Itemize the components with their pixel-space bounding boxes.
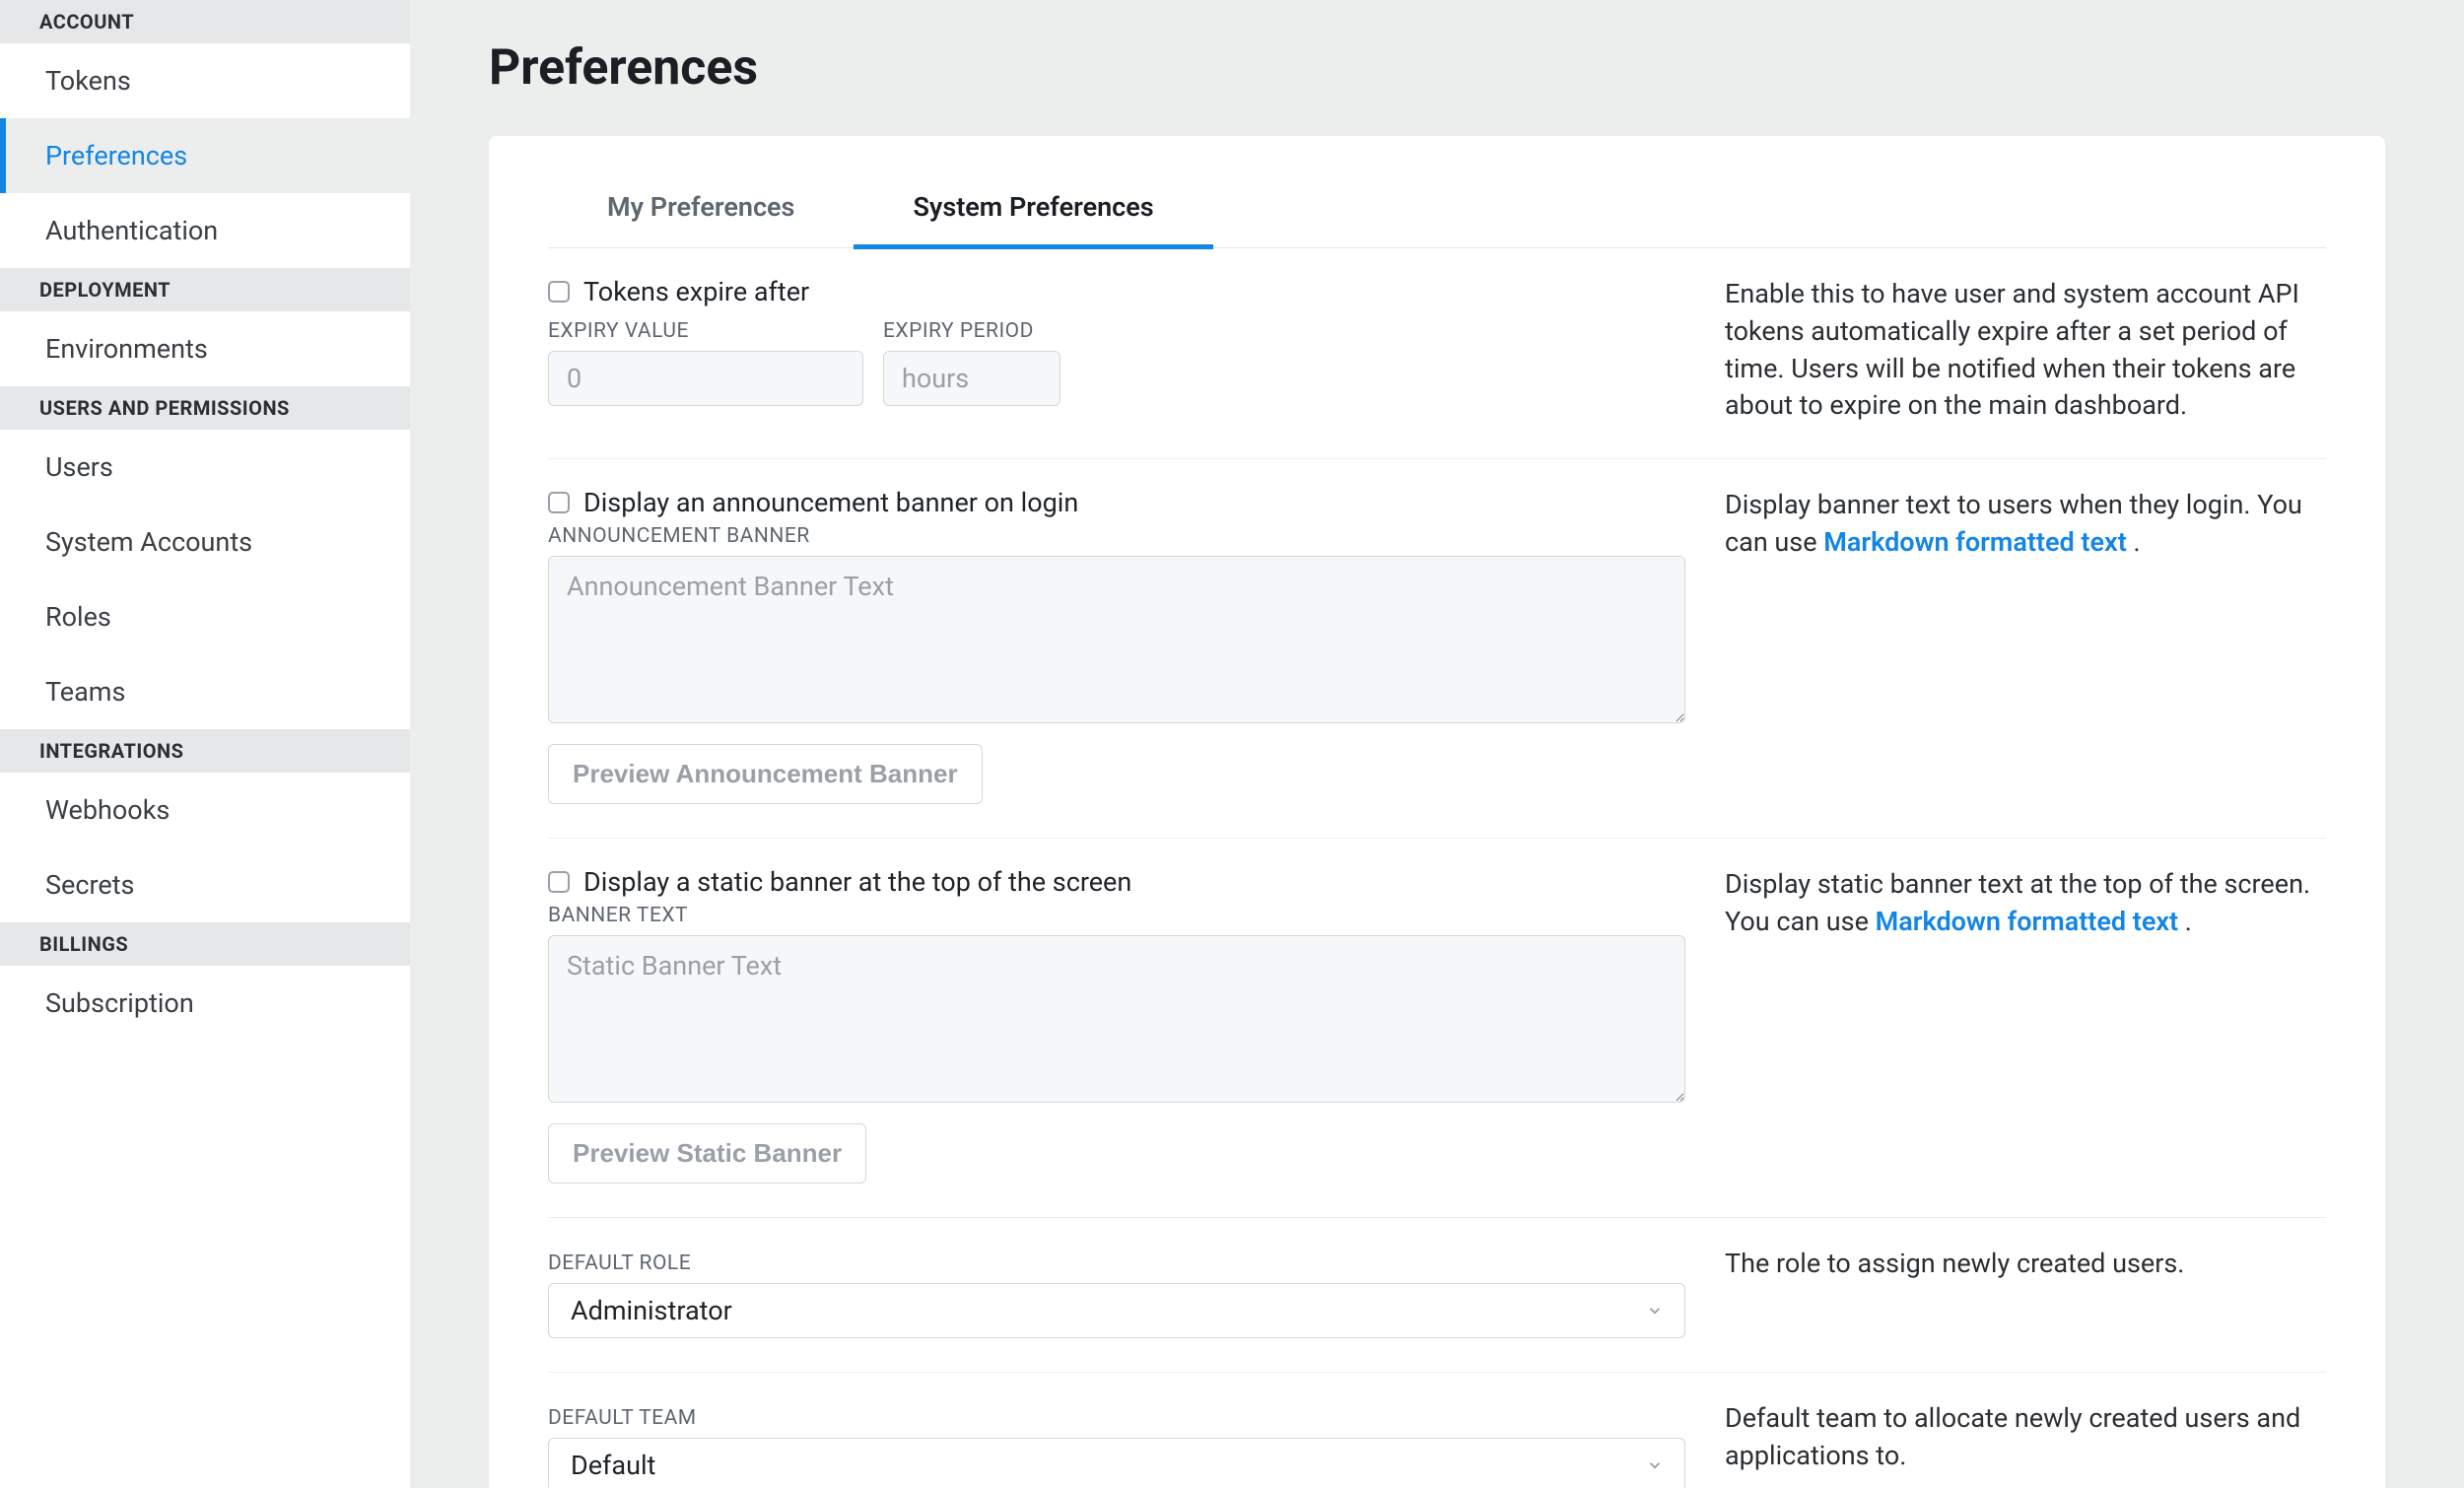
announcement-banner-help: Display banner text to users when they l… xyxy=(1725,487,2326,804)
sidebar-section-deployment: DEPLOYMENT xyxy=(0,268,410,311)
expiry-period-label: EXPIRY PERIOD xyxy=(883,319,1061,343)
static-banner-help: Display static banner text at the top of… xyxy=(1725,866,2326,1184)
static-markdown-link[interactable]: Markdown formatted text xyxy=(1876,906,2179,937)
default-team-select[interactable]: Default xyxy=(548,1438,1685,1488)
sidebar-section-integrations: INTEGRATIONS xyxy=(0,729,410,773)
default-role-label: DEFAULT ROLE xyxy=(548,1251,1685,1275)
sidebar: ACCOUNT Tokens Preferences Authenticatio… xyxy=(0,0,410,1488)
default-team-value: Default xyxy=(571,1450,655,1481)
announcement-banner-field-label: ANNOUNCEMENT BANNER xyxy=(548,524,1685,548)
sidebar-item-secrets[interactable]: Secrets xyxy=(0,847,410,922)
preview-announcement-banner-button[interactable]: Preview Announcement Banner xyxy=(548,744,983,804)
sidebar-item-system-accounts[interactable]: System Accounts xyxy=(0,505,410,579)
tokens-expire-label: Tokens expire after xyxy=(583,276,809,307)
setting-token-expiry: Tokens expire after EXPIRY VALUE EXPIRY … xyxy=(548,248,2326,459)
sidebar-item-users[interactable]: Users xyxy=(0,430,410,505)
sidebar-item-authentication[interactable]: Authentication xyxy=(0,193,410,268)
default-team-help: Default team to allocate newly created u… xyxy=(1725,1400,2326,1488)
static-banner-checkbox-label: Display a static banner at the top of th… xyxy=(583,866,1131,898)
main-content: Preferences My Preferences System Prefer… xyxy=(410,0,2464,1488)
setting-announcement-banner: Display an announcement banner on login … xyxy=(548,459,2326,839)
sidebar-item-subscription[interactable]: Subscription xyxy=(0,966,410,1041)
static-banner-textarea[interactable] xyxy=(548,935,1685,1103)
default-team-label: DEFAULT TEAM xyxy=(548,1406,1685,1430)
page-title: Preferences xyxy=(489,39,2385,97)
announcement-markdown-link[interactable]: Markdown formatted text xyxy=(1823,526,2127,558)
sidebar-section-users-permissions: USERS AND PERMISSIONS xyxy=(0,386,410,430)
default-role-help: The role to assign newly created users. xyxy=(1725,1246,2326,1338)
token-expiry-help: Enable this to have user and system acco… xyxy=(1725,276,2326,425)
sidebar-section-billings: BILLINGS xyxy=(0,922,410,966)
sidebar-item-tokens[interactable]: Tokens xyxy=(0,43,410,118)
chevron-down-icon xyxy=(1645,1301,1665,1320)
tab-system-preferences[interactable]: System Preferences xyxy=(854,177,1212,249)
announcement-banner-textarea[interactable] xyxy=(548,556,1685,723)
default-role-select[interactable]: Administrator xyxy=(548,1283,1685,1338)
tab-my-preferences[interactable]: My Preferences xyxy=(548,177,854,249)
sidebar-item-roles[interactable]: Roles xyxy=(0,579,410,654)
announcement-banner-checkbox[interactable] xyxy=(548,492,570,513)
sidebar-item-environments[interactable]: Environments xyxy=(0,311,410,386)
chevron-down-icon xyxy=(1645,1455,1665,1475)
announcement-banner-checkbox-label: Display an announcement banner on login xyxy=(583,487,1078,518)
preferences-card: My Preferences System Preferences Tokens… xyxy=(489,136,2385,1488)
sidebar-item-preferences[interactable]: Preferences xyxy=(0,118,410,193)
expiry-period-input[interactable] xyxy=(883,351,1061,406)
expiry-value-label: EXPIRY VALUE xyxy=(548,319,863,343)
preview-static-banner-button[interactable]: Preview Static Banner xyxy=(548,1123,866,1184)
expiry-value-input[interactable] xyxy=(548,351,863,406)
sidebar-section-account: ACCOUNT xyxy=(0,0,410,43)
default-role-value: Administrator xyxy=(571,1295,732,1326)
sidebar-item-teams[interactable]: Teams xyxy=(0,654,410,729)
setting-static-banner: Display a static banner at the top of th… xyxy=(548,839,2326,1218)
sidebar-item-webhooks[interactable]: Webhooks xyxy=(0,773,410,847)
tokens-expire-checkbox[interactable] xyxy=(548,281,570,303)
preferences-tabs: My Preferences System Preferences xyxy=(548,175,2326,248)
static-banner-checkbox[interactable] xyxy=(548,871,570,893)
static-banner-field-label: BANNER TEXT xyxy=(548,904,1685,927)
setting-default-team: DEFAULT TEAM Default Default team to all… xyxy=(548,1373,2326,1488)
setting-default-role: DEFAULT ROLE Administrator The role to a… xyxy=(548,1218,2326,1373)
